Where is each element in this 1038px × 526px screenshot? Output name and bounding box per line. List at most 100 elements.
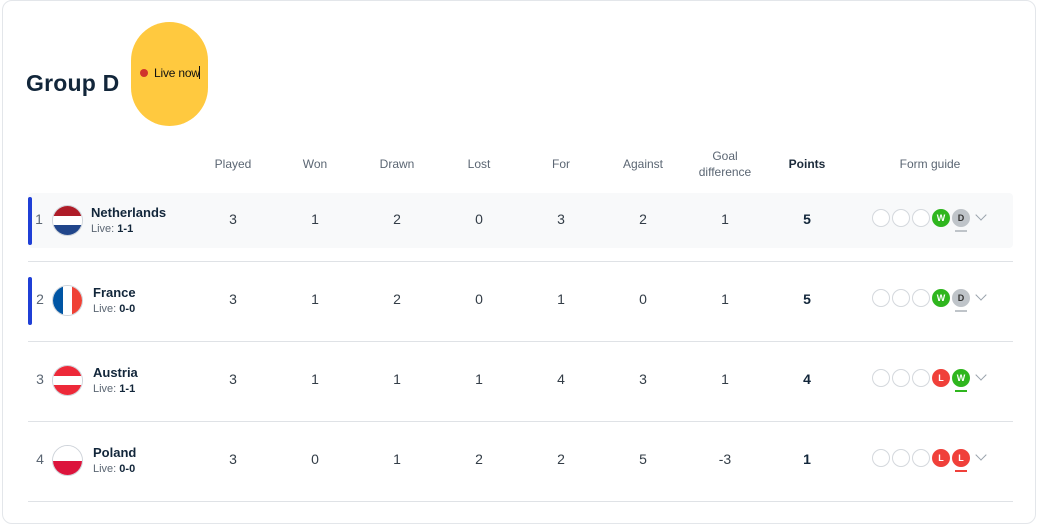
live-score: 0-0 xyxy=(119,463,136,475)
stat-gd: -3 xyxy=(718,451,732,467)
live-label: Live: xyxy=(93,463,120,475)
form-result-L: L xyxy=(952,449,970,467)
header-won: Won xyxy=(302,157,328,171)
stat-won: 1 xyxy=(311,211,319,227)
form-result-D: D xyxy=(952,209,970,227)
stat-won: 1 xyxy=(311,371,319,387)
team-name[interactable]: Austria xyxy=(93,365,138,380)
header-lost: Lost xyxy=(467,157,491,171)
team-live-score: Live: 0-0 xyxy=(93,303,135,315)
form-result-W: W xyxy=(932,209,950,227)
stat-played: 3 xyxy=(229,211,237,227)
live-indicator-dot xyxy=(140,69,148,77)
stat-for: 4 xyxy=(557,371,565,387)
live-match-indicator xyxy=(28,197,32,245)
stat-for: 2 xyxy=(557,451,565,467)
team-live-score: Live: 1-1 xyxy=(93,383,135,395)
form-empty-slot xyxy=(892,289,910,307)
team-name[interactable]: Netherlands xyxy=(91,205,166,220)
latest-result-marker xyxy=(955,230,967,232)
row-divider xyxy=(28,501,1013,502)
team-live-score: Live: 0-0 xyxy=(93,463,135,475)
form-result-L: L xyxy=(932,449,950,467)
row-divider xyxy=(28,341,1013,342)
stat-for: 3 xyxy=(557,211,565,227)
stat-against: 5 xyxy=(639,451,647,467)
live-score: 0-0 xyxy=(119,303,136,315)
form-empty-slot xyxy=(892,369,910,387)
header-against: Against xyxy=(622,157,664,171)
team-name[interactable]: France xyxy=(93,285,136,300)
form-result-W: W xyxy=(952,369,970,387)
table-row[interactable] xyxy=(28,273,1013,328)
row-divider xyxy=(28,261,1013,262)
form-result-W: W xyxy=(932,289,950,307)
latest-result-marker xyxy=(955,470,967,472)
stat-won: 1 xyxy=(311,291,319,307)
row-divider xyxy=(28,421,1013,422)
stat-drawn: 2 xyxy=(393,211,401,227)
stat-played: 3 xyxy=(229,451,237,467)
form-result-D: D xyxy=(952,289,970,307)
text-cursor xyxy=(199,66,200,79)
stat-lost: 0 xyxy=(475,291,483,307)
flag-icon xyxy=(52,365,83,396)
stat-drawn: 2 xyxy=(393,291,401,307)
header-goal-difference: Goal difference xyxy=(698,149,752,179)
form-empty-slot xyxy=(892,449,910,467)
header-form-guide: Form guide xyxy=(899,157,961,171)
group-title: Group D xyxy=(26,70,120,96)
live-label: Live: xyxy=(91,223,118,235)
table-row[interactable] xyxy=(28,193,1013,248)
table-row[interactable] xyxy=(28,353,1013,408)
flag-icon xyxy=(52,445,83,476)
team-position: 4 xyxy=(36,451,44,467)
stat-drawn: 1 xyxy=(393,371,401,387)
header-points: Points xyxy=(788,157,826,171)
team-name[interactable]: Poland xyxy=(93,445,136,460)
live-score: 1-1 xyxy=(117,223,134,235)
live-label: Live: xyxy=(93,383,120,395)
stat-gd: 1 xyxy=(721,211,729,227)
form-empty-slot xyxy=(912,449,930,467)
form-empty-slot xyxy=(872,449,890,467)
stat-points: 5 xyxy=(803,211,811,227)
stat-played: 3 xyxy=(229,291,237,307)
stat-gd: 1 xyxy=(721,291,729,307)
latest-result-marker xyxy=(955,390,967,392)
stat-lost: 2 xyxy=(475,451,483,467)
stat-points: 1 xyxy=(803,451,811,467)
flag-icon xyxy=(52,205,83,236)
form-empty-slot xyxy=(872,289,890,307)
stat-points: 5 xyxy=(803,291,811,307)
latest-result-marker xyxy=(955,310,967,312)
header-drawn: Drawn xyxy=(379,157,415,171)
stat-won: 0 xyxy=(311,451,319,467)
stat-against: 3 xyxy=(639,371,647,387)
stat-lost: 1 xyxy=(475,371,483,387)
form-empty-slot xyxy=(872,209,890,227)
live-now-label: Live now xyxy=(154,66,200,80)
stat-drawn: 1 xyxy=(393,451,401,467)
live-score: 1-1 xyxy=(119,383,136,395)
team-position: 1 xyxy=(35,211,43,227)
team-position: 2 xyxy=(36,291,44,307)
stat-against: 2 xyxy=(639,211,647,227)
live-label: Live: xyxy=(93,303,120,315)
form-empty-slot xyxy=(892,209,910,227)
table-row[interactable] xyxy=(28,433,1013,488)
header-for: For xyxy=(552,157,570,171)
stat-for: 1 xyxy=(557,291,565,307)
form-empty-slot xyxy=(912,209,930,227)
team-live-score: Live: 1-1 xyxy=(91,223,133,235)
stat-gd: 1 xyxy=(721,371,729,387)
flag-icon xyxy=(52,285,83,316)
form-empty-slot xyxy=(872,369,890,387)
form-result-L: L xyxy=(932,369,950,387)
stat-against: 0 xyxy=(639,291,647,307)
form-empty-slot xyxy=(912,369,930,387)
live-match-indicator xyxy=(28,277,32,325)
stat-points: 4 xyxy=(803,371,811,387)
stat-played: 3 xyxy=(229,371,237,387)
stat-lost: 0 xyxy=(475,211,483,227)
